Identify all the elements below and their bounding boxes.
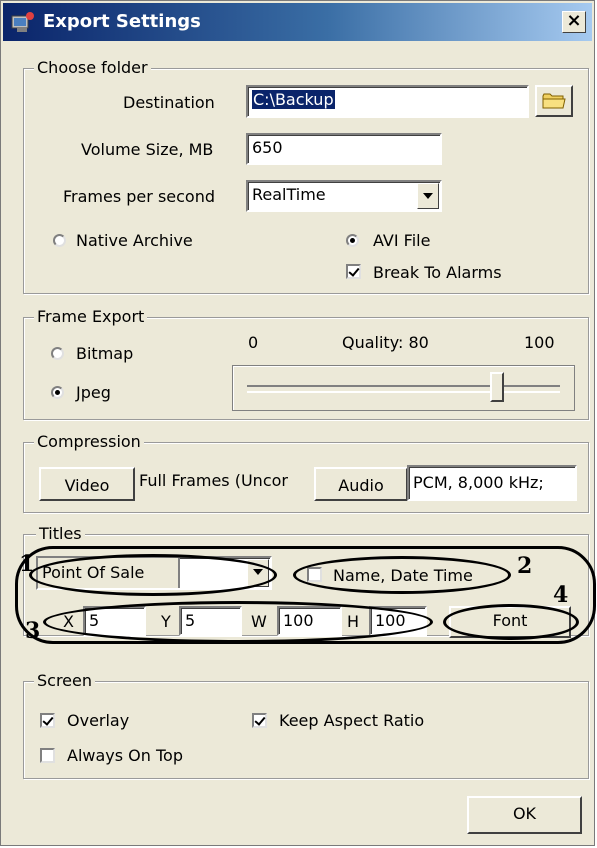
- window-title: Export Settings: [43, 11, 201, 32]
- folder-icon: [542, 93, 566, 109]
- always-on-top-label: Always On Top: [67, 746, 183, 765]
- native-archive-radio[interactable]: [53, 234, 66, 247]
- video-button[interactable]: Video: [39, 467, 135, 501]
- export-settings-window: Export Settings × Choose folder Destinat…: [0, 0, 596, 846]
- always-on-top-checkbox[interactable]: [40, 748, 55, 763]
- title-bar[interactable]: Export Settings ×: [3, 3, 592, 41]
- audio-codec-value: PCM, 8,000 kHz;: [407, 465, 577, 501]
- video-codec-value: Full Frames (Uncor: [139, 471, 288, 490]
- keep-aspect-ratio-checkbox[interactable]: [252, 713, 267, 728]
- titles-legend: Titles: [36, 524, 85, 544]
- avi-file-label: AVI File: [373, 231, 431, 250]
- annotation-ellipse-4: [443, 604, 579, 640]
- break-to-alarms-label: Break To Alarms: [373, 263, 502, 282]
- destination-label: Destination: [123, 93, 215, 112]
- native-archive-label: Native Archive: [76, 231, 193, 250]
- destination-value: C:\Backup: [252, 90, 335, 109]
- quality-min-label: 0: [248, 333, 259, 352]
- app-icon: [11, 12, 34, 32]
- screen-legend: Screen: [34, 671, 96, 691]
- annotation-ellipse-2: [293, 556, 511, 594]
- jpeg-radio[interactable]: [51, 386, 64, 399]
- audio-button-label: Audio: [338, 476, 384, 495]
- fps-combobox[interactable]: RealTime: [246, 180, 442, 212]
- quality-slider-track: [247, 385, 560, 393]
- fps-value: RealTime: [252, 185, 326, 204]
- frame-export-legend: Frame Export: [34, 307, 148, 327]
- quality-slider-thumb[interactable]: [490, 372, 505, 402]
- ok-button-label: OK: [512, 804, 537, 823]
- close-button[interactable]: ×: [562, 11, 586, 33]
- bitmap-label: Bitmap: [76, 344, 134, 363]
- close-icon: ×: [566, 10, 582, 31]
- annotation-number-1: 1: [19, 551, 35, 577]
- choose-folder-legend: Choose folder: [34, 58, 151, 78]
- jpeg-label: Jpeg: [76, 383, 111, 402]
- fps-label: Frames per second: [63, 187, 215, 206]
- break-to-alarms-checkbox[interactable]: [346, 264, 361, 279]
- quality-slider[interactable]: [232, 365, 575, 411]
- quality-max-label: 100: [524, 333, 555, 352]
- quality-label: Quality: 80: [342, 333, 429, 352]
- destination-field[interactable]: C:\Backup: [246, 85, 529, 118]
- volume-size-field[interactable]: 650: [246, 133, 442, 165]
- fps-dropdown-arrow-icon[interactable]: [417, 183, 439, 209]
- overlay-checkbox[interactable]: [40, 713, 55, 728]
- ok-button[interactable]: OK: [467, 796, 582, 834]
- avi-file-radio[interactable]: [346, 234, 359, 247]
- video-button-label: Video: [64, 476, 110, 495]
- annotation-ellipse-1: [29, 554, 277, 596]
- compression-legend: Compression: [34, 432, 144, 452]
- audio-button[interactable]: Audio: [314, 467, 408, 501]
- annotation-number-4: 4: [553, 582, 569, 608]
- volume-size-label: Volume Size, MB: [81, 140, 214, 159]
- overlay-label: Overlay: [67, 711, 130, 730]
- annotation-number-3: 3: [25, 618, 41, 644]
- keep-aspect-ratio-label: Keep Aspect Ratio: [279, 711, 425, 730]
- browse-folder-button[interactable]: [535, 85, 573, 117]
- annotation-number-2: 2: [517, 553, 533, 579]
- bitmap-radio[interactable]: [51, 347, 64, 360]
- annotation-ellipse-3: [43, 601, 433, 643]
